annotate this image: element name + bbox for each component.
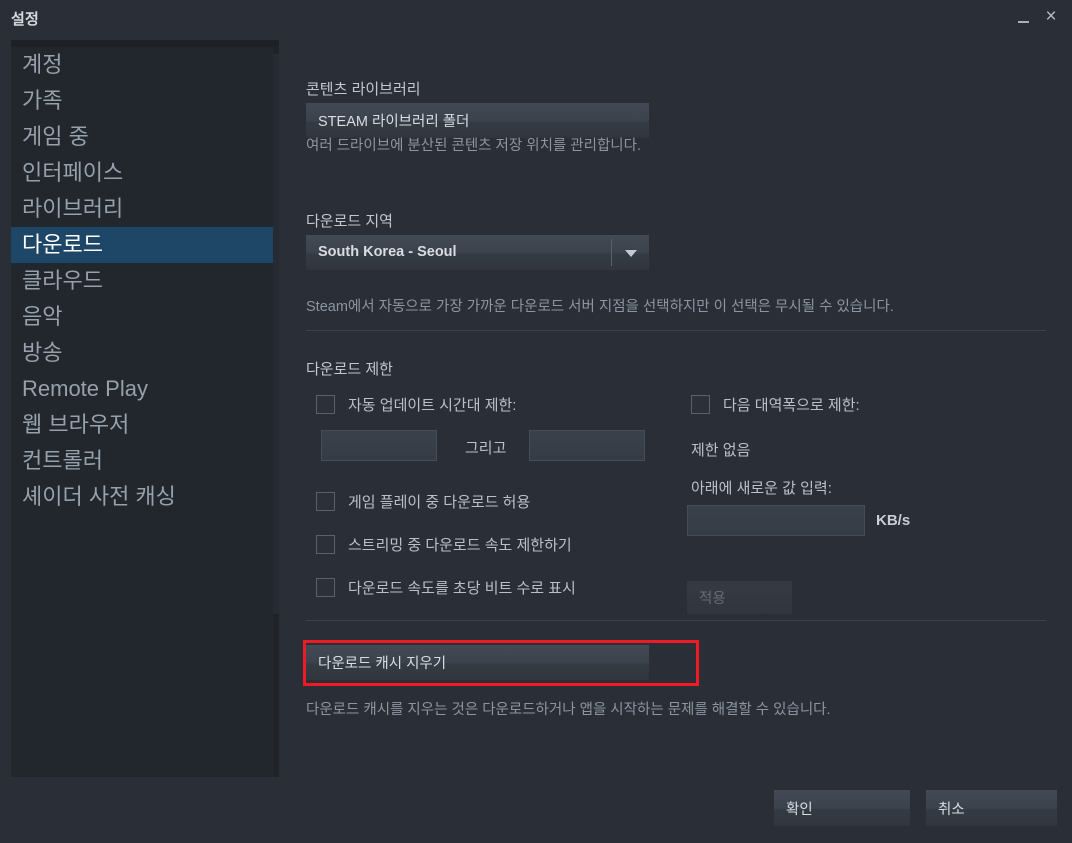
settings-sidebar: 계정 가족 게임 중 인터페이스 라이브러리 다운로드 클라우드 음악 방송 Remote Pla… xyxy=(11,40,279,777)
display-rate-in-bits-checkbox[interactable] xyxy=(316,578,335,597)
sidebar-item-11[interactable]: 컨트롤러 xyxy=(11,443,279,479)
divider-above-clear-cache xyxy=(306,620,1046,621)
allow-downloads-during-gameplay-label: 게임 플레이 중 다운로드 허용 xyxy=(348,494,531,511)
cancel-button[interactable]: 취소 xyxy=(926,790,1057,826)
download-region-heading: 다운로드 지역 xyxy=(306,213,393,230)
sidebar-item-5[interactable]: 다운로드 xyxy=(11,227,279,263)
sidebar-top-strip xyxy=(11,40,279,47)
sidebar-item-10[interactable]: 웹 브라우저 xyxy=(11,407,279,443)
sidebar-item-7[interactable]: 음악 xyxy=(11,299,279,335)
bandwidth-new-value-label: 아래에 새로운 값 입력: xyxy=(691,480,832,497)
content-library-description: 여러 드라이브에 분산된 콘텐츠 저장 위치를 관리합니다. xyxy=(306,138,642,154)
bandwidth-limit-label: 다음 대역폭으로 제한: xyxy=(723,397,860,414)
select-separator xyxy=(611,239,612,266)
auto-update-end-time-input[interactable] xyxy=(529,430,645,461)
throttle-while-streaming-label: 스트리밍 중 다운로드 속도 제한하기 xyxy=(348,537,572,554)
window-title: 설정 xyxy=(11,11,40,28)
bandwidth-limit-checkbox[interactable] xyxy=(691,395,710,414)
close-icon: × xyxy=(1045,6,1057,27)
sidebar-item-9[interactable]: Remote Play xyxy=(11,371,279,407)
ok-button[interactable]: 확인 xyxy=(774,790,910,826)
steam-library-folder-button[interactable]: STEAM 라이브러리 폴더 xyxy=(306,103,649,138)
minimize-button[interactable] xyxy=(1010,0,1036,34)
sidebar-item-1[interactable]: 가족 xyxy=(11,83,279,119)
throttle-while-streaming-checkbox[interactable] xyxy=(316,535,335,554)
close-button[interactable]: × xyxy=(1038,0,1064,34)
clear-download-cache-description: 다운로드 캐시를 지우는 것은 다운로드하거나 앱을 시작하는 문제를 해결할 … xyxy=(306,702,831,718)
sidebar-nav-list: 계정 가족 게임 중 인터페이스 라이브러리 다운로드 클라우드 음악 방송 Remote Pla… xyxy=(11,47,279,515)
sidebar-item-2[interactable]: 게임 중 xyxy=(11,119,279,155)
sidebar-item-0[interactable]: 계정 xyxy=(11,47,279,83)
download-region-description: Steam에서 자동으로 가장 가까운 다운로드 서버 지점을 선택하지만 이 … xyxy=(306,299,894,315)
display-rate-in-bits-label: 다운로드 속도를 초당 비트 수로 표시 xyxy=(348,580,576,597)
bandwidth-apply-button[interactable]: 적용 xyxy=(687,581,792,614)
sidebar-item-8[interactable]: 방송 xyxy=(11,335,279,371)
bandwidth-limit-status: 제한 없음 xyxy=(691,442,751,459)
auto-update-start-time-input[interactable] xyxy=(321,430,437,461)
bandwidth-unit-label: KB/s xyxy=(876,512,911,529)
window-titlebar: 설정 × xyxy=(0,0,1072,38)
clear-download-cache-button[interactable]: 다운로드 캐시 지우기 xyxy=(306,645,649,680)
divider-above-restrictions xyxy=(306,330,1046,331)
minimize-icon xyxy=(1017,21,1029,23)
sidebar-item-12[interactable]: 셰이더 사전 캐싱 xyxy=(11,479,279,515)
sidebar-item-4[interactable]: 라이브러리 xyxy=(11,191,279,227)
auto-update-window-label: 자동 업데이트 시간대 제한: xyxy=(348,397,517,414)
chevron-down-icon xyxy=(625,250,637,257)
bandwidth-limit-input[interactable] xyxy=(687,505,865,536)
auto-update-window-checkbox[interactable] xyxy=(316,395,335,414)
settings-content-panel: 콘텐츠 라이브러리 STEAM 라이브러리 폴더 여러 드라이브에 분산된 콘텐… xyxy=(279,38,1072,777)
auto-update-between-label: 그리고 xyxy=(465,440,507,457)
sidebar-item-6[interactable]: 클라우드 xyxy=(11,263,279,299)
download-restrictions-heading: 다운로드 제한 xyxy=(306,361,393,378)
allow-downloads-during-gameplay-checkbox[interactable] xyxy=(316,492,335,511)
sidebar-item-3[interactable]: 인터페이스 xyxy=(11,155,279,191)
download-region-selected-value: South Korea - Seoul xyxy=(318,244,457,260)
dialog-footer: 확인 취소 xyxy=(0,777,1072,843)
content-library-heading: 콘텐츠 라이브러리 xyxy=(306,81,421,98)
download-region-select[interactable]: South Korea - Seoul xyxy=(306,235,649,270)
